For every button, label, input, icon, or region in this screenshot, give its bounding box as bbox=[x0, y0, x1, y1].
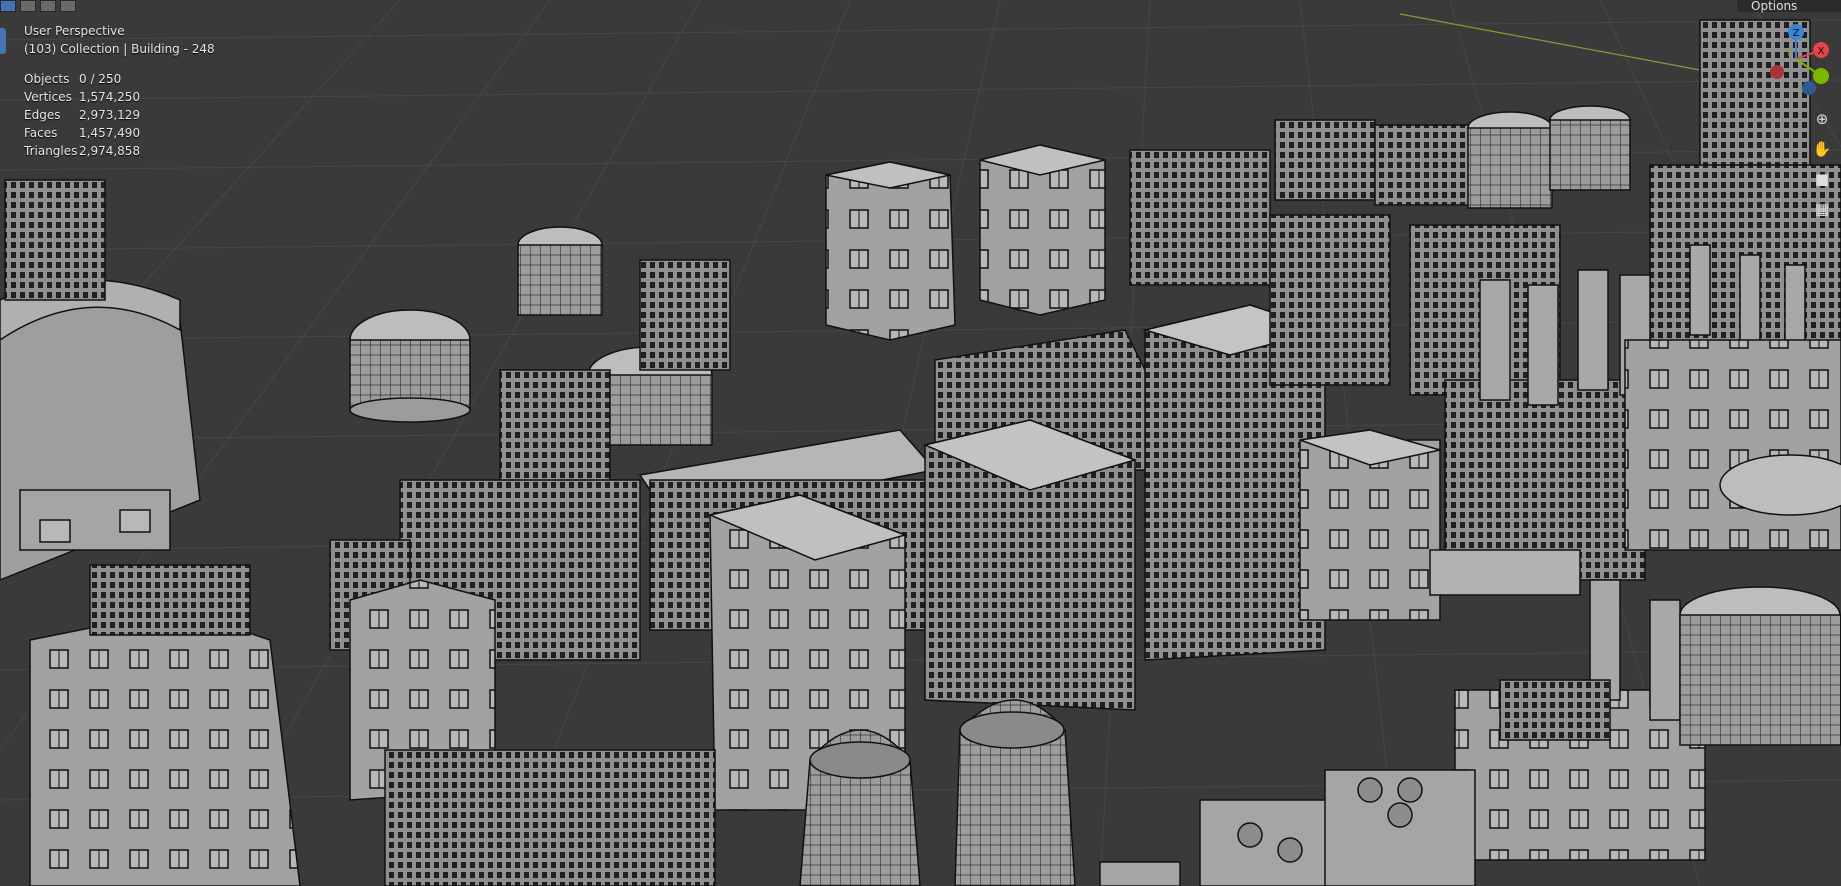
grid-perspective-icon[interactable]: ▦ bbox=[1811, 198, 1833, 220]
stat-label: Edges bbox=[24, 108, 61, 122]
edge-mode-icon[interactable] bbox=[20, 0, 36, 12]
viewport-overlay-stats: User Perspective (103) Collection | Buil… bbox=[24, 22, 215, 160]
hangar-building bbox=[0, 279, 201, 581]
zoom-icon[interactable]: ⊕ bbox=[1811, 108, 1833, 130]
stat-value: 1,457,490 bbox=[79, 126, 141, 140]
y-axis-label: Y bbox=[1785, 48, 1793, 59]
stat-value: 2,973,129 bbox=[79, 108, 141, 122]
select-mode-icon[interactable] bbox=[0, 0, 16, 12]
stat-value: 1,574,250 bbox=[79, 90, 141, 104]
stat-row: Edges 2,973,129 bbox=[24, 106, 215, 124]
extra-mode-icon[interactable] bbox=[60, 0, 76, 12]
central-building bbox=[922, 419, 1138, 711]
stat-value: 0 / 250 bbox=[79, 72, 122, 86]
collection-info: (103) Collection | Building - 248 bbox=[24, 42, 215, 56]
options-label: Options bbox=[1751, 0, 1798, 13]
neg-z-handle[interactable] bbox=[1802, 81, 1816, 95]
stat-row: Objects 0 / 250 bbox=[24, 70, 215, 88]
y-axis-handle[interactable] bbox=[1813, 68, 1829, 84]
face-mode-icon[interactable] bbox=[40, 0, 56, 12]
stat-label: Triangles bbox=[24, 144, 78, 158]
x-axis-label: X bbox=[1818, 46, 1825, 57]
hand-pan-icon[interactable]: ✋ bbox=[1811, 138, 1833, 160]
bottom-left-building bbox=[29, 564, 301, 886]
3d-viewport[interactable]: User Perspective (103) Collection | Buil… bbox=[0, 0, 1841, 886]
stat-row: Vertices 1,574,250 bbox=[24, 88, 215, 106]
camera-icon[interactable]: ■ bbox=[1811, 168, 1833, 190]
stat-label: Faces bbox=[24, 126, 58, 140]
factory-bottom-right bbox=[1454, 579, 1706, 861]
z-axis-label: Z bbox=[1793, 28, 1800, 39]
octagon-building-left bbox=[825, 161, 956, 341]
stat-value: 2,974,858 bbox=[79, 144, 141, 158]
neg-x-handle[interactable] bbox=[1770, 65, 1784, 79]
toolbar-edge bbox=[0, 28, 6, 328]
navigation-tools: ⊕ ✋ ■ ▦ bbox=[1811, 108, 1833, 220]
toolbar-tab[interactable] bbox=[0, 28, 6, 54]
navigation-gizmo[interactable]: Z X Y bbox=[1751, 14, 1841, 104]
stat-label: Vertices bbox=[24, 90, 72, 104]
view-title: User Perspective bbox=[24, 24, 125, 38]
stat-row: Faces 1,457,490 bbox=[24, 124, 215, 142]
scene-render[interactable] bbox=[0, 0, 1841, 886]
stat-row: Triangles 2,974,858 bbox=[24, 142, 215, 160]
octagon-building-right bbox=[979, 144, 1106, 316]
mode-icons[interactable] bbox=[0, 0, 76, 12]
stat-label: Objects bbox=[24, 72, 70, 86]
options-button[interactable]: Options bbox=[1737, 0, 1841, 12]
